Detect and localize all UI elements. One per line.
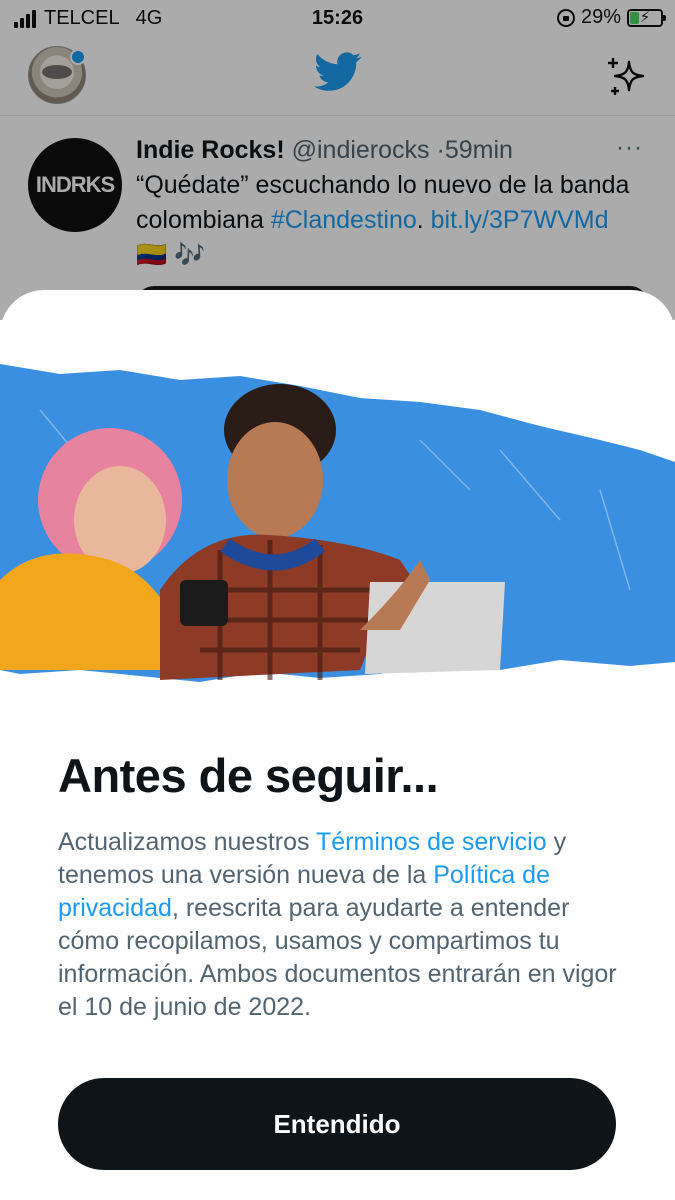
terms-of-service-link[interactable]: Términos de servicio [316, 828, 547, 856]
terms-update-sheet: Antes de seguir... Actualizamos nuestros… [0, 290, 675, 1200]
body-part1: Actualizamos nuestros [58, 828, 316, 856]
understood-button[interactable]: Entendido [58, 1078, 616, 1170]
modal-backdrop [0, 0, 675, 320]
sheet-body: Actualizamos nuestros Términos de servic… [58, 826, 628, 1024]
hero-illustration [0, 364, 675, 682]
sheet-title: Antes de seguir... [58, 749, 439, 802]
